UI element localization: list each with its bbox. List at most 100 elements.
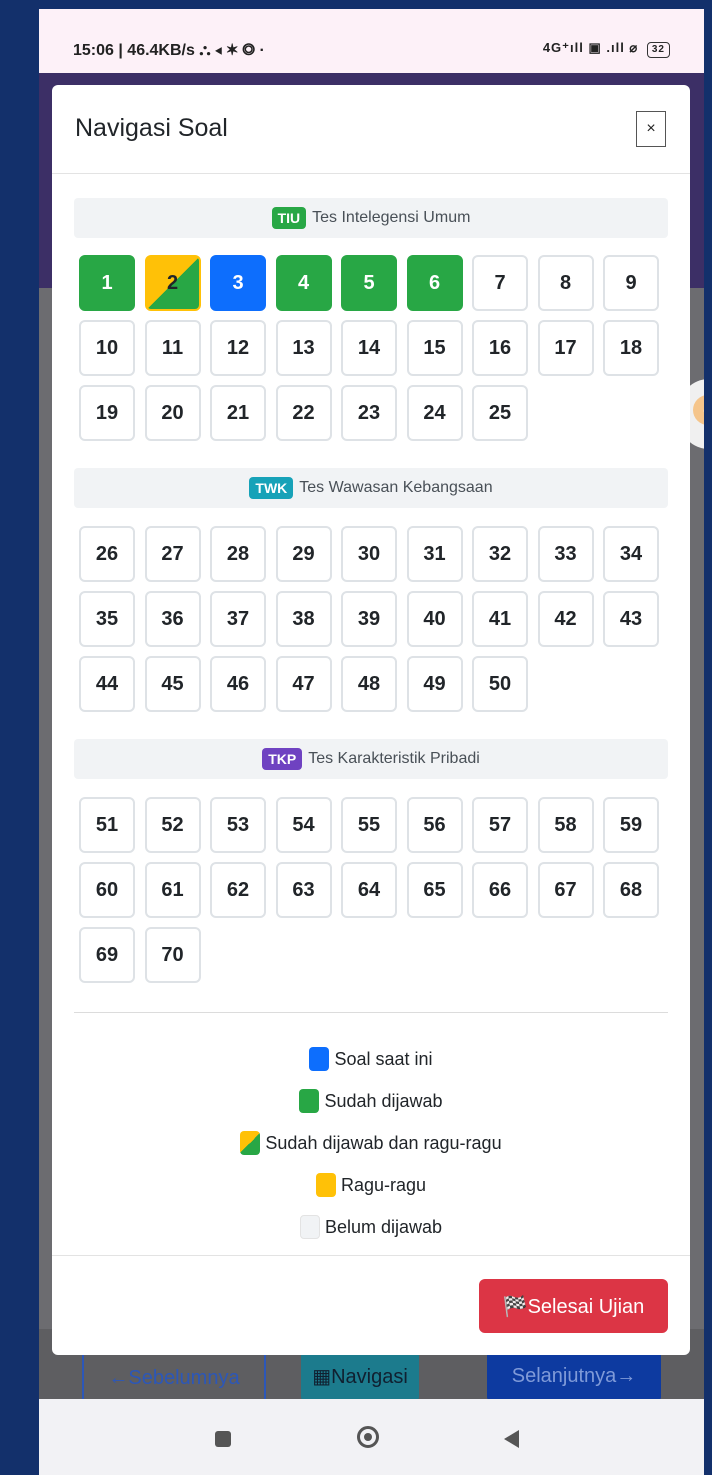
modal-footer: 🏁Selesai Ujian	[52, 1255, 690, 1355]
question-button[interactable]: 64	[341, 862, 397, 918]
question-button[interactable]: 48	[341, 656, 397, 712]
next-button[interactable]: Selanjutnya→	[487, 1351, 661, 1401]
legend-label-answered: Sudah dijawab	[324, 1090, 443, 1111]
question-button[interactable]: 31	[406, 526, 463, 582]
question-button[interactable]: 17	[537, 320, 594, 376]
question-button[interactable]: 56	[406, 797, 463, 853]
divider	[74, 1012, 668, 1013]
question-button[interactable]: 63	[275, 862, 332, 918]
signal-icons: 4G⁺ıll ▣ .ıll ⌀	[542, 40, 639, 55]
question-button[interactable]: 12	[210, 320, 266, 376]
question-button[interactable]: 34	[603, 526, 659, 582]
question-button[interactable]: 51	[79, 797, 135, 853]
legend-label-answered-doubt: Sudah dijawab dan ragu-ragu	[265, 1132, 502, 1153]
question-button[interactable]: 30	[341, 526, 397, 582]
question-button[interactable]: 41	[472, 591, 528, 647]
question-button[interactable]: 26	[79, 526, 135, 582]
section-title-tkp: Tes Karakteristik Pribadi	[308, 750, 480, 767]
question-button[interactable]: 23	[341, 385, 397, 441]
question-button[interactable]: 50	[472, 656, 528, 712]
question-button[interactable]: 70	[144, 927, 201, 983]
question-button[interactable]: 42	[537, 591, 594, 647]
question-button[interactable]: 47	[275, 656, 332, 712]
question-button[interactable]: 40	[406, 591, 463, 647]
question-button[interactable]: 36	[144, 591, 201, 647]
legend-swatch-doubt	[315, 1173, 336, 1197]
question-button[interactable]: 27	[144, 526, 201, 582]
question-grid-tiu: 1 2 3 4 5 6 7 8 9 10 11 12 13 14 15 16 17 18 19 20 21 22 23 24 2…	[79, 255, 669, 441]
question-button[interactable]: 38	[275, 591, 332, 647]
question-button[interactable]: 69	[79, 927, 135, 983]
question-button[interactable]: 6	[406, 255, 463, 311]
question-button[interactable]: 37	[210, 591, 266, 647]
modal-title: Navigasi Soal	[75, 114, 228, 142]
finish-exam-button[interactable]: 🏁Selesai Ujian	[479, 1279, 668, 1333]
question-button[interactable]: 58	[537, 797, 594, 853]
home-icon[interactable]	[357, 1426, 379, 1448]
question-button[interactable]: 59	[603, 797, 659, 853]
question-button[interactable]: 13	[275, 320, 332, 376]
question-button[interactable]: 35	[79, 591, 135, 647]
question-button[interactable]: 24	[406, 385, 463, 441]
question-button[interactable]: 65	[406, 862, 463, 918]
section-header-tiu: TIU Tes Intelegensi Umum	[74, 198, 668, 238]
question-button[interactable]: 68	[603, 862, 659, 918]
question-button[interactable]: 25	[472, 385, 528, 441]
question-button[interactable]: 39	[341, 591, 397, 647]
close-button[interactable]: ×	[636, 111, 666, 147]
question-button[interactable]: 28	[210, 526, 266, 582]
android-nav-bar	[39, 1399, 704, 1475]
question-button[interactable]: 11	[144, 320, 201, 376]
navigation-button[interactable]: ▦Navigasi	[301, 1351, 419, 1401]
legend-swatch-current	[309, 1047, 330, 1071]
question-button[interactable]: 66	[472, 862, 528, 918]
question-button[interactable]: 62	[210, 862, 266, 918]
question-button[interactable]: 9	[603, 255, 659, 311]
status-left-text: 15:06 | 46.4KB/s ⛬ ◂ ✶ ◎ ·	[73, 42, 265, 59]
question-button[interactable]: 7	[472, 255, 528, 311]
question-button[interactable]: 32	[472, 526, 528, 582]
question-button[interactable]: 19	[79, 385, 135, 441]
question-button[interactable]: 46	[210, 656, 266, 712]
question-button[interactable]: 3	[210, 255, 266, 311]
question-button[interactable]: 2	[144, 255, 201, 311]
question-button[interactable]: 49	[406, 656, 463, 712]
question-button[interactable]: 15	[406, 320, 463, 376]
question-button[interactable]: 33	[537, 526, 594, 582]
question-button[interactable]: 29	[275, 526, 332, 582]
section-header-twk: TWK Tes Wawasan Kebangsaan	[74, 468, 668, 508]
question-button[interactable]: 60	[79, 862, 135, 918]
question-button[interactable]: 53	[210, 797, 266, 853]
question-button[interactable]: 14	[341, 320, 397, 376]
question-navigation-modal: Navigasi Soal × TIU Tes Intelegensi Umum…	[52, 85, 690, 1355]
question-button[interactable]: 20	[144, 385, 201, 441]
question-button[interactable]: 57	[472, 797, 528, 853]
question-button[interactable]: 22	[275, 385, 332, 441]
legend-label-unanswered: Belum dijawab	[324, 1216, 443, 1237]
question-button[interactable]: 18	[603, 320, 659, 376]
back-icon[interactable]	[504, 1430, 519, 1448]
question-button[interactable]: 10	[79, 320, 135, 376]
question-button[interactable]: 5	[341, 255, 397, 311]
section-badge-tkp: TKP	[262, 748, 303, 770]
question-button[interactable]: 1	[79, 255, 135, 311]
question-button[interactable]: 45	[144, 656, 201, 712]
recent-apps-icon[interactable]	[215, 1431, 231, 1447]
question-button[interactable]: 44	[79, 656, 135, 712]
previous-button[interactable]: ←Sebelumnya	[82, 1351, 266, 1405]
section-badge-twk: TWK	[249, 477, 294, 499]
question-button[interactable]: 8	[537, 255, 594, 311]
question-button[interactable]: 16	[472, 320, 528, 376]
question-button[interactable]: 61	[144, 862, 201, 918]
question-button[interactable]: 54	[275, 797, 332, 853]
question-button[interactable]: 55	[341, 797, 397, 853]
question-button[interactable]: 21	[210, 385, 266, 441]
question-button[interactable]: 52	[144, 797, 201, 853]
legend-item-doubt: Ragu-ragu	[52, 1164, 690, 1206]
question-button[interactable]: 67	[537, 862, 594, 918]
question-button[interactable]: 43	[603, 591, 659, 647]
question-button[interactable]: 4	[275, 255, 332, 311]
legend-swatch-unanswered	[299, 1215, 320, 1239]
status-right: 4G⁺ıll ▣ .ıll ⌀ 32	[543, 40, 670, 58]
legend: Soal saat ini Sudah dijawab Sudah dijawa…	[52, 1038, 690, 1248]
